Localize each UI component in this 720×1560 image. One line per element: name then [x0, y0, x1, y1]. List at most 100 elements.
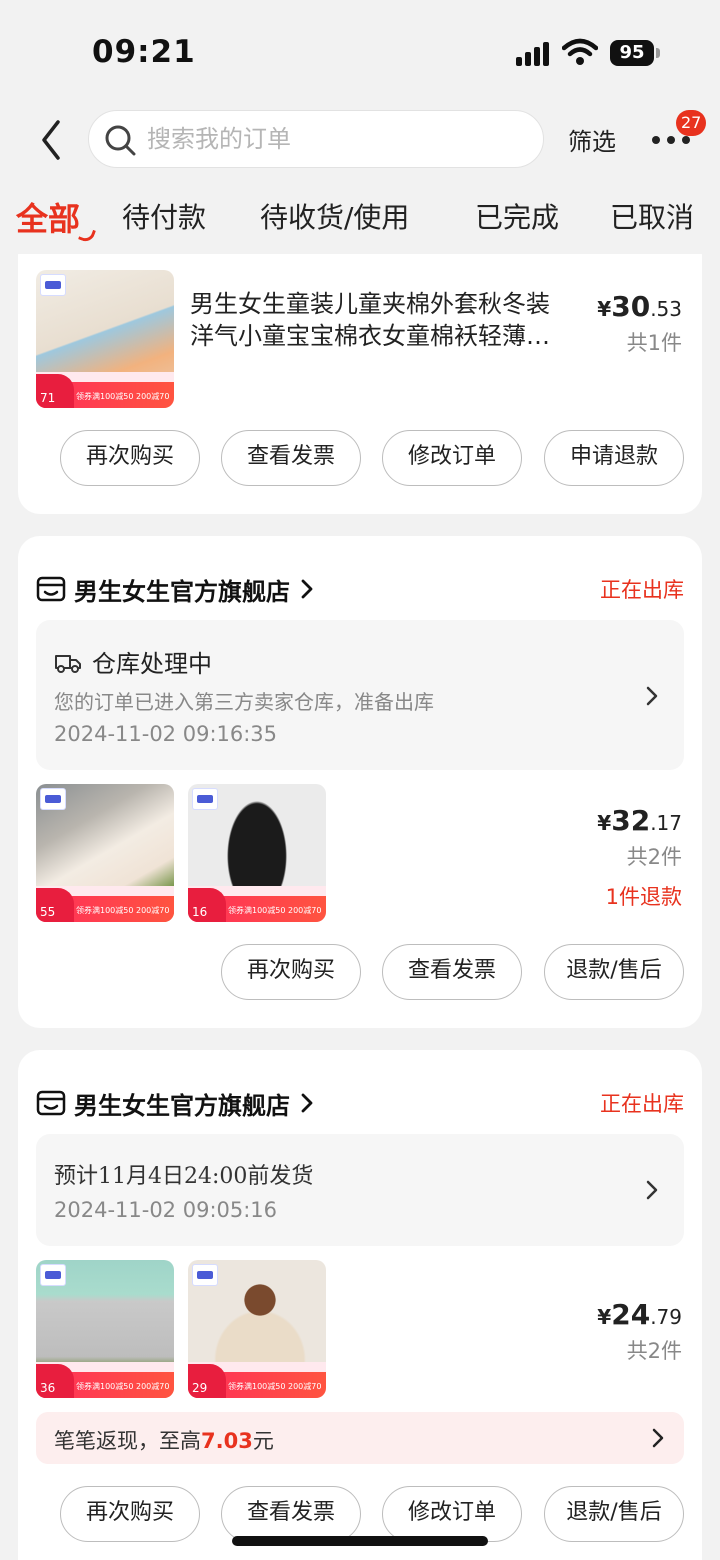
shop-name: 男生女生官方旗舰店	[74, 577, 290, 606]
price-decimal: .53	[650, 297, 682, 321]
view-invoice-button[interactable]: 查看发票	[382, 944, 522, 1000]
price-currency: ¥	[597, 297, 612, 321]
order-list[interactable]: 71 领券满100减50 200减70 男生女生童装儿童夹棉外套秋冬装 洋气小童…	[0, 254, 720, 1560]
promo-text: 领券满100减50 200减70	[228, 906, 322, 915]
order-status: 正在出库	[600, 578, 684, 602]
search-icon	[105, 125, 136, 156]
refund-after-sales-button[interactable]: 退款/售后	[544, 944, 684, 1000]
brand-logo-icon	[40, 274, 66, 296]
request-refund-button[interactable]: 申请退款	[544, 430, 684, 486]
brand-logo-icon	[192, 1264, 218, 1286]
product-thumbnail[interactable]: 16 领券满100减50 200减70	[188, 784, 326, 922]
modify-order-button[interactable]: 修改订单	[382, 1486, 522, 1542]
store-icon	[36, 1090, 66, 1116]
buy-again-button[interactable]: 再次购买	[60, 1486, 200, 1542]
brand-logo-icon	[40, 1264, 66, 1286]
item-count: 共1件	[626, 331, 682, 355]
price-decimal: .79	[650, 1305, 682, 1329]
promo-price-value: 29	[192, 1381, 208, 1395]
tab-completed[interactable]: 已完成	[475, 196, 559, 236]
view-invoice-button[interactable]: 查看发票	[221, 1486, 361, 1542]
shop-header[interactable]: 男生女生官方旗舰店	[36, 572, 314, 606]
order-status: 正在出库	[600, 1092, 684, 1116]
logistics-title: 预计11月4日24:00前发货	[54, 1164, 314, 1189]
brand-logo-icon	[192, 788, 218, 810]
price-block: ¥30.53 共1件	[597, 290, 682, 357]
status-time: 09:21	[92, 34, 196, 70]
price-integer: 24	[611, 1298, 651, 1331]
product-thumbnail[interactable]: 71 领券满100减50 200减70	[36, 270, 174, 408]
view-invoice-button[interactable]: 查看发票	[221, 430, 361, 486]
shop-name: 男生女生官方旗舰店	[74, 1091, 290, 1120]
promo-price-value: 71	[40, 391, 56, 405]
price-integer: 30	[611, 290, 651, 323]
chevron-right-icon	[652, 1428, 664, 1448]
cashback-text: 笔笔返现，至高7.03元	[54, 1425, 274, 1455]
filter-button[interactable]: 筛选	[568, 122, 616, 157]
cashback-prefix: 笔笔返现，至高	[54, 1429, 201, 1453]
more-options-icon[interactable]	[650, 134, 692, 146]
truck-icon	[55, 654, 81, 673]
tab-pending-payment[interactable]: 待付款	[122, 196, 206, 236]
logistics-description: 您的订单已进入第三方卖家仓库，准备出库	[54, 690, 434, 714]
product-thumbnail[interactable]: 55 领券满100减50 200减70	[36, 784, 174, 922]
search-input[interactable]	[147, 111, 527, 167]
chevron-right-icon	[646, 1180, 658, 1200]
modify-order-button[interactable]: 修改订单	[382, 430, 522, 486]
promo-text: 领券满100减50 200减70	[76, 906, 170, 915]
promo-text: 领券满100减50 200减70	[76, 392, 170, 401]
logistics-time: 2024-11-02 09:16:35	[54, 722, 278, 746]
product-thumbnail[interactable]: 36 领券满100减50 200减70	[36, 1260, 174, 1398]
tab-pending-receipt[interactable]: 待收货/使用	[260, 196, 409, 236]
order-card: 71 领券满100减50 200减70 男生女生童装儿童夹棉外套秋冬装 洋气小童…	[18, 254, 702, 514]
promo-price: 29	[188, 1364, 226, 1398]
price-block: ¥32.17 共2件 1件退款	[597, 804, 682, 911]
product-title-line2: 洋气小童宝宝棉衣女童棉袄轻薄…	[190, 322, 550, 350]
tab-cancelled[interactable]: 已取消	[610, 196, 694, 236]
logistics-panel[interactable]: 仓库处理中 您的订单已进入第三方卖家仓库，准备出库 2024-11-02 09:…	[36, 620, 684, 770]
price-decimal: .17	[650, 811, 682, 835]
promo-price: 55	[36, 888, 74, 922]
tab-all[interactable]: 全部	[16, 194, 80, 240]
order-tabs: 全部 待付款 待收货/使用 已完成 已取消	[0, 180, 720, 254]
order-card: 男生女生官方旗舰店 正在出库 仓库处理中 您的订单已进入第三方卖家仓库，准备出库…	[18, 536, 702, 1028]
battery-tip	[656, 48, 660, 58]
wifi-icon	[562, 38, 598, 65]
logistics-panel[interactable]: 预计11月4日24:00前发货 2024-11-02 09:05:16	[36, 1134, 684, 1246]
cashback-suffix: 元	[252, 1429, 274, 1453]
cashback-banner[interactable]: 笔笔返现，至高7.03元	[36, 1412, 684, 1464]
price-integer: 32	[611, 804, 651, 837]
buy-again-button[interactable]: 再次购买	[60, 430, 200, 486]
brand-logo-icon	[40, 788, 66, 810]
promo-price: 16	[188, 888, 226, 922]
price-currency: ¥	[597, 1305, 612, 1329]
search-header: 筛选 27	[0, 100, 720, 180]
product-thumbnail[interactable]: 29 领券满100减50 200减70	[188, 1260, 326, 1398]
active-tab-indicator	[78, 226, 96, 244]
cashback-amount: 7.03	[201, 1429, 253, 1453]
chevron-right-icon	[301, 579, 313, 599]
cellular-signal-icon	[516, 42, 552, 66]
price-currency: ¥	[597, 811, 612, 835]
search-box[interactable]	[88, 110, 544, 168]
product-title[interactable]: 男生女生童装儿童夹棉外套秋冬装 洋气小童宝宝棉衣女童棉袄轻薄…	[190, 288, 586, 352]
home-indicator[interactable]	[232, 1536, 488, 1546]
back-arrow-icon[interactable]	[36, 118, 68, 162]
promo-price: 36	[36, 1364, 74, 1398]
message-badge: 27	[676, 110, 707, 136]
order-price: ¥30.53	[597, 290, 682, 323]
shop-header[interactable]: 男生女生官方旗舰店	[36, 1086, 314, 1120]
chevron-right-icon	[646, 686, 658, 706]
refund-after-sales-button[interactable]: 退款/售后	[544, 1486, 684, 1542]
order-price: ¥32.17	[597, 804, 682, 837]
order-price: ¥24.79	[597, 1298, 682, 1331]
promo-price-value: 55	[40, 905, 56, 919]
promo-text: 领券满100减50 200减70	[228, 1382, 322, 1391]
logistics-title: 仓库处理中	[92, 650, 212, 678]
buy-again-button[interactable]: 再次购买	[221, 944, 361, 1000]
store-icon	[36, 576, 66, 602]
logistics-time: 2024-11-02 09:05:16	[54, 1198, 278, 1222]
promo-price-value: 36	[40, 1381, 56, 1395]
item-count: 共2件	[626, 1339, 682, 1363]
promo-price: 71	[36, 374, 74, 408]
